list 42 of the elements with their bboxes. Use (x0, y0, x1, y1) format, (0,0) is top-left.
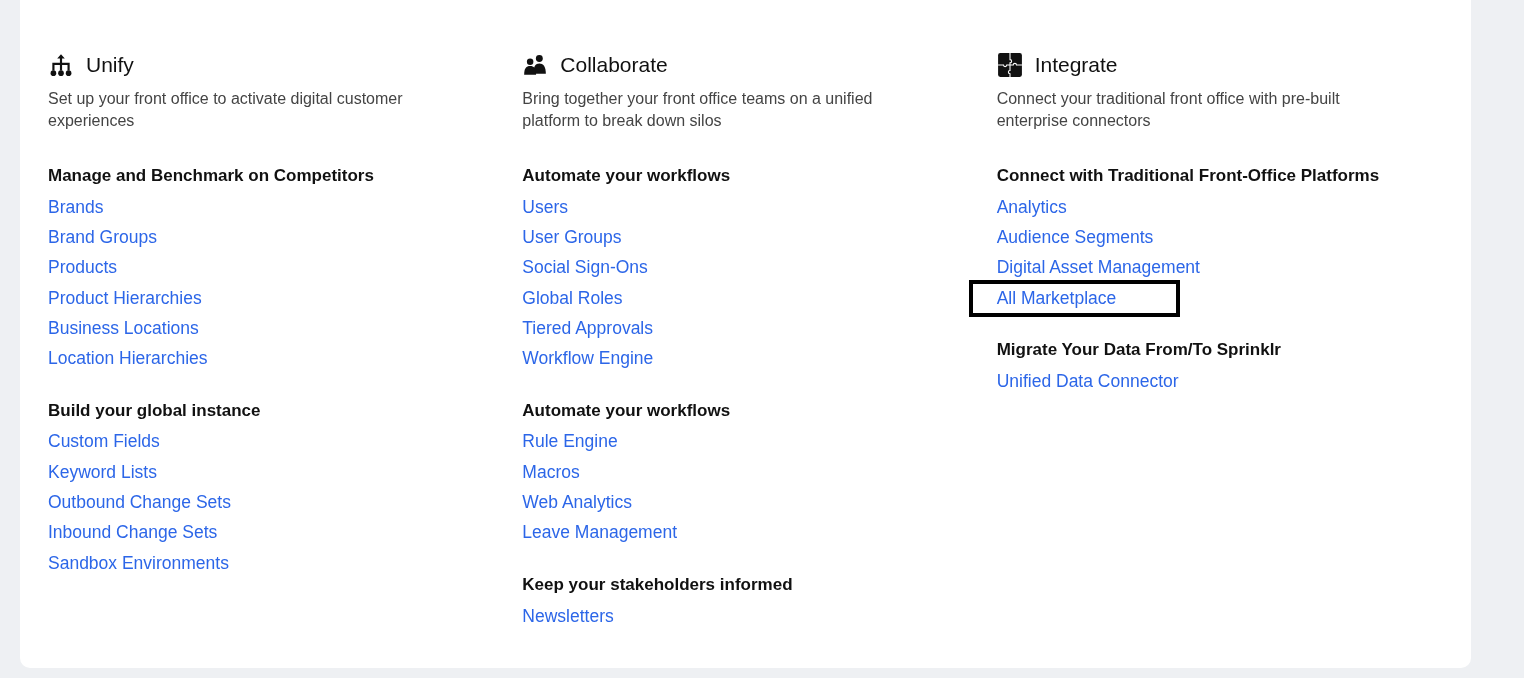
settings-link[interactable]: Macros (518, 456, 584, 488)
settings-link[interactable]: User Groups (518, 221, 626, 253)
column-description: Set up your front office to activate digital customer experiences (48, 89, 404, 131)
settings-link[interactable]: Analytics (992, 191, 1071, 223)
settings-link[interactable]: Leave Management (518, 517, 682, 549)
settings-link[interactable]: Outbound Change Sets (44, 487, 235, 519)
settings-link[interactable]: Global Roles (518, 282, 627, 314)
settings-link[interactable]: Audience Segments (992, 221, 1158, 253)
settings-link[interactable]: Tiered Approvals (518, 312, 657, 344)
puzzle-icon (996, 52, 1023, 78)
column-description: Bring together your front office teams on a unified platform to break down silos (522, 89, 874, 131)
column-description: Connect your traditional front office with pre-built enterprise connectors (996, 89, 1341, 131)
section-heading: Automate your workflows (522, 165, 732, 187)
section-heading: Automate your workflows (522, 399, 732, 422)
column-title: Unify (86, 53, 134, 77)
settings-link[interactable]: Newsletters (518, 600, 618, 632)
settings-link[interactable]: Users (518, 191, 573, 223)
settings-link[interactable]: Keyword Lists (44, 456, 161, 488)
people-icon (522, 52, 549, 78)
section-heading: Migrate Your Data From/To Sprinklr (996, 339, 1282, 362)
settings-link[interactable]: Location Hierarchies (44, 343, 212, 375)
settings-link[interactable]: Products (44, 252, 122, 284)
section-heading: Build your global instance (48, 399, 262, 422)
column-title: Collaborate (560, 53, 668, 77)
section-heading: Manage and Benchmark on Competitors (48, 165, 375, 187)
settings-link[interactable]: Web Analytics (518, 487, 636, 519)
settings-link[interactable]: Custom Fields (44, 426, 164, 458)
section-heading: Connect with Traditional Front-Office Platforms (996, 165, 1381, 187)
settings-link[interactable]: Business Locations (44, 312, 203, 344)
settings-link[interactable]: Social Sign-Ons (518, 252, 652, 284)
settings-link[interactable]: All Marketplace (968, 279, 1181, 317)
settings-link[interactable]: Sandbox Environments (44, 547, 233, 579)
settings-link[interactable]: Workflow Engine (518, 343, 658, 375)
settings-link[interactable]: Unified Data Connector (992, 365, 1183, 397)
section-heading: Keep your stakeholders informed (522, 573, 794, 596)
column-title: Integrate (1034, 53, 1118, 77)
settings-link[interactable]: Rule Engine (518, 426, 622, 458)
settings-link[interactable]: Inbound Change Sets (44, 517, 222, 549)
settings-link[interactable]: Brand Groups (44, 221, 161, 253)
hierarchy-icon (48, 52, 74, 78)
settings-link[interactable]: Brands (44, 191, 108, 223)
settings-link[interactable]: Product Hierarchies (44, 282, 206, 314)
